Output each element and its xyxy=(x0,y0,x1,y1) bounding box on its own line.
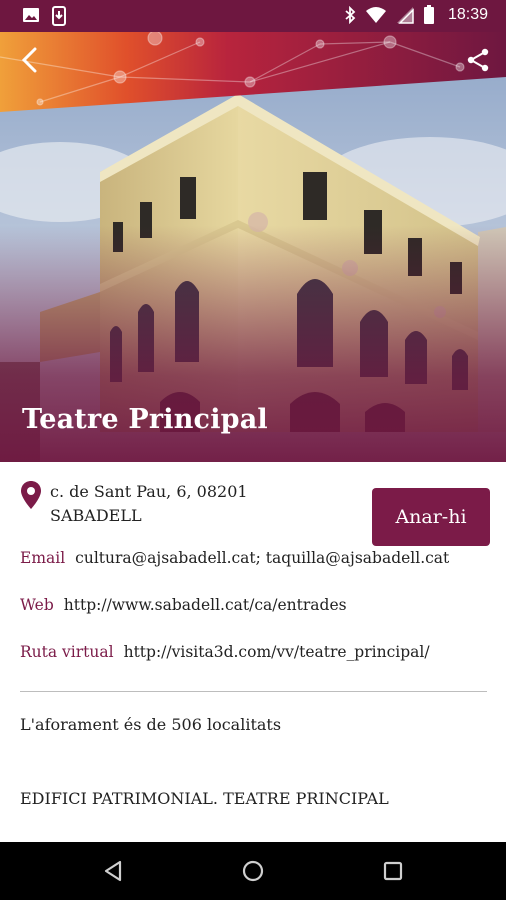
nav-back-icon xyxy=(104,860,122,882)
status-bar: 18:39 xyxy=(0,0,506,32)
web-row: Web http://www.sabadell.cat/ca/entrades xyxy=(20,596,347,614)
share-button[interactable] xyxy=(460,42,496,78)
virtual-tour-link[interactable]: http://visita3d.com/vv/teatre_principal/ xyxy=(124,643,430,661)
virtual-tour-label: Ruta virtual xyxy=(20,643,114,661)
theatre-building-photo xyxy=(0,32,506,462)
divider xyxy=(20,691,487,692)
system-navigation-bar xyxy=(0,842,506,900)
nav-back-button[interactable] xyxy=(98,856,128,886)
nav-home-icon xyxy=(242,860,264,882)
phone-download-icon xyxy=(52,6,66,26)
email-link[interactable]: cultura@ajsabadell.cat; taquilla@ajsabad… xyxy=(75,549,449,567)
clock: 18:39 xyxy=(447,6,488,23)
address-line-2: SABADELL xyxy=(50,506,142,525)
back-button[interactable] xyxy=(12,42,48,78)
email-label: Email xyxy=(20,549,66,567)
email-row: Email cultura@ajsabadell.cat; taquilla@aj… xyxy=(20,549,449,567)
web-label: Web xyxy=(20,596,54,614)
detail-content: c. de Sant Pau, 6, 08201 SABADELL Anar-h… xyxy=(0,462,506,842)
page-title: Teatre Principal xyxy=(22,404,268,435)
wifi-icon xyxy=(365,7,386,23)
address-line-1: c. de Sant Pau, 6, 08201 xyxy=(50,482,248,501)
share-icon xyxy=(467,48,489,72)
go-button[interactable]: Anar-hi xyxy=(372,488,490,546)
address-row: c. de Sant Pau, 6, 08201 SABADELL Anar-h… xyxy=(20,478,490,546)
location-pin-icon xyxy=(21,481,41,509)
capacity-text: L'aforament és de 506 localitats xyxy=(20,715,282,734)
virtual-tour-row: Ruta virtual http://visita3d.com/vv/teatr… xyxy=(20,643,430,661)
nav-home-button[interactable] xyxy=(238,856,268,886)
back-arrow-icon xyxy=(21,47,37,73)
image-icon xyxy=(23,8,39,22)
address: c. de Sant Pau, 6, 08201 SABADELL xyxy=(50,480,248,528)
heritage-heading: EDIFICI PATRIMONIAL. TEATRE PRINCIPAL xyxy=(20,789,389,808)
web-link[interactable]: http://www.sabadell.cat/ca/entrades xyxy=(64,596,347,614)
signal-icon xyxy=(396,7,414,24)
battery-icon xyxy=(423,5,434,24)
hero-image: Teatre Principal xyxy=(0,32,506,462)
bluetooth-icon xyxy=(345,6,356,24)
nav-recents-button[interactable] xyxy=(378,856,408,886)
nav-recents-icon xyxy=(383,861,403,881)
